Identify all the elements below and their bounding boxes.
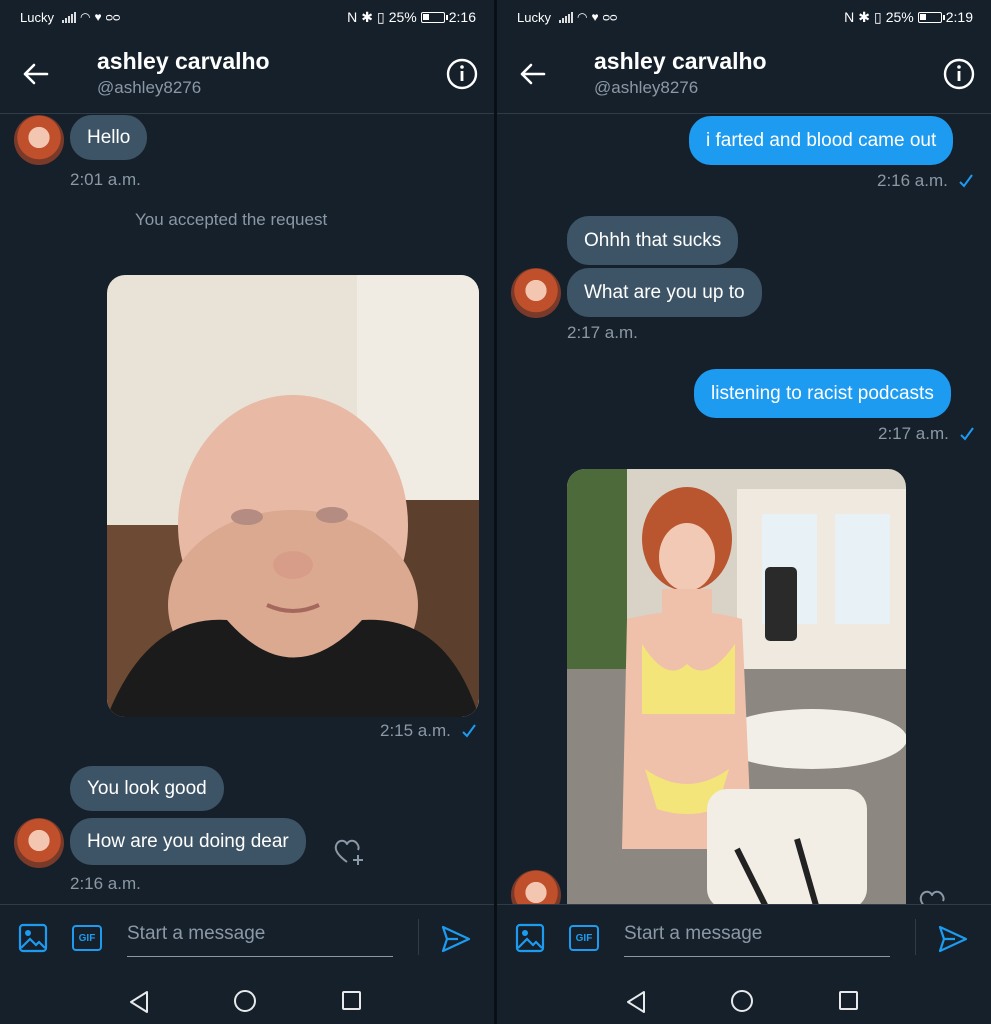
back-arrow-icon[interactable]	[517, 58, 549, 90]
message-timestamp: 2:15 a.m.	[380, 721, 476, 743]
nav-home-icon[interactable]	[234, 990, 256, 1012]
nav-back-icon[interactable]	[128, 990, 150, 1019]
message-input[interactable]: Start a message	[127, 919, 393, 957]
system-nav-bar	[0, 970, 494, 1024]
sent-message: listening to racist podcasts	[694, 369, 951, 418]
bluetooth-icon: ✱	[361, 8, 373, 25]
right-screen: Lucky ◠ ♥ ᴑᴑ N ✱ ▯ 25% 2:19 ashley carva…	[497, 0, 991, 1024]
contact-handle: @ashley8276	[594, 78, 699, 97]
sent-message: i farted and blood came out	[689, 116, 954, 165]
battery-icon	[420, 11, 448, 23]
vibrate-icon: ▯	[377, 8, 385, 25]
left-screen: Lucky ◠ ♥ ᴑᴑ N ✱ ▯ 25% 2:16 ashley carva…	[0, 0, 494, 1024]
gif-icon[interactable]: GIF	[569, 925, 599, 951]
avatar[interactable]	[14, 115, 64, 165]
clock: 2:19	[945, 9, 973, 25]
image-icon[interactable]	[18, 923, 48, 953]
status-bar: Lucky ◠ ♥ ᴑᴑ N ✱ ▯ 25% 2:16	[0, 0, 494, 34]
heart-status-icon: ♥	[94, 10, 102, 24]
conversation-header: ashley carvalho @ashley8276	[0, 34, 494, 114]
battery-percent: 25%	[388, 9, 417, 25]
checkmark-icon	[461, 723, 476, 743]
nav-home-icon[interactable]	[731, 990, 753, 1012]
carrier-label: Lucky	[20, 9, 54, 25]
conversation-header: ashley carvalho @ashley8276	[497, 34, 991, 114]
battery-percent: 25%	[885, 9, 914, 25]
voicemail-icon: ᴑᴑ	[602, 10, 618, 24]
nav-recents-icon[interactable]	[839, 991, 858, 1010]
heart-plus-icon[interactable]	[332, 835, 366, 869]
checkmark-icon	[958, 173, 973, 193]
screenshot-pair: Lucky ◠ ♥ ᴑᴑ N ✱ ▯ 25% 2:16 ashley carva…	[0, 0, 991, 1024]
clock: 2:16	[448, 9, 476, 25]
received-message: How are you doing dear	[70, 818, 306, 865]
gif-icon[interactable]: GIF	[72, 925, 102, 951]
status-bar: Lucky ◠ ♥ ᴑᴑ N ✱ ▯ 25% 2:19	[497, 0, 991, 34]
timestamp-text: 2:16 a.m.	[877, 171, 948, 190]
vibrate-icon: ▯	[874, 8, 882, 25]
battery-icon	[917, 11, 945, 23]
message-timestamp: 2:17 a.m.	[567, 323, 638, 342]
composer-divider	[418, 919, 419, 955]
system-nav-bar	[497, 970, 991, 1024]
info-icon[interactable]	[446, 58, 478, 90]
message-timestamp: 2:17 a.m.	[878, 424, 974, 446]
carrier-label: Lucky	[517, 9, 551, 25]
message-input[interactable]: Start a message	[624, 919, 890, 957]
sent-photo[interactable]	[107, 275, 479, 717]
message-composer: GIF Start a message	[497, 904, 991, 970]
nav-recents-icon[interactable]	[342, 991, 361, 1010]
nfc-icon: N	[347, 9, 358, 25]
composer-divider	[915, 919, 916, 955]
message-composer: GIF Start a message	[0, 904, 494, 970]
bluetooth-icon: ✱	[858, 8, 870, 25]
message-timestamp: 2:16 a.m.	[877, 171, 973, 193]
system-note: You accepted the request	[135, 210, 328, 229]
nav-back-icon[interactable]	[625, 990, 647, 1019]
status-icons: ◠ ♥ ᴑᴑ	[558, 10, 618, 24]
voicemail-icon: ᴑᴑ	[105, 10, 121, 24]
timestamp-text: 2:17 a.m.	[878, 424, 949, 443]
contact-name[interactable]: ashley carvalho	[97, 48, 270, 75]
received-message: What are you up to	[567, 268, 762, 317]
status-right: N ✱ ▯ 25% 2:19	[844, 9, 973, 26]
checkmark-icon	[959, 426, 974, 446]
heart-status-icon: ♥	[591, 10, 599, 24]
nfc-icon: N	[844, 9, 855, 25]
message-timestamp: 2:01 a.m.	[70, 170, 141, 189]
wifi-icon: ◠	[576, 10, 588, 24]
wifi-icon: ◠	[79, 10, 91, 24]
received-message: Hello	[70, 115, 148, 160]
back-arrow-icon[interactable]	[20, 58, 52, 90]
timestamp-text: 2:15 a.m.	[380, 721, 451, 740]
send-icon[interactable]	[937, 923, 969, 955]
info-icon[interactable]	[943, 58, 975, 90]
received-photo[interactable]	[567, 469, 906, 909]
send-icon[interactable]	[440, 923, 472, 955]
signal-icon	[558, 11, 573, 23]
avatar[interactable]	[511, 268, 561, 318]
signal-icon	[61, 11, 76, 23]
avatar[interactable]	[14, 818, 64, 868]
contact-name[interactable]: ashley carvalho	[594, 48, 767, 75]
status-icons: ◠ ♥ ᴑᴑ	[61, 10, 121, 24]
status-right: N ✱ ▯ 25% 2:16	[347, 9, 476, 26]
message-timestamp: 2:16 a.m.	[70, 874, 141, 893]
image-icon[interactable]	[515, 923, 545, 953]
contact-handle: @ashley8276	[97, 78, 202, 97]
received-message: You look good	[70, 766, 224, 811]
received-message: Ohhh that sucks	[567, 216, 739, 265]
